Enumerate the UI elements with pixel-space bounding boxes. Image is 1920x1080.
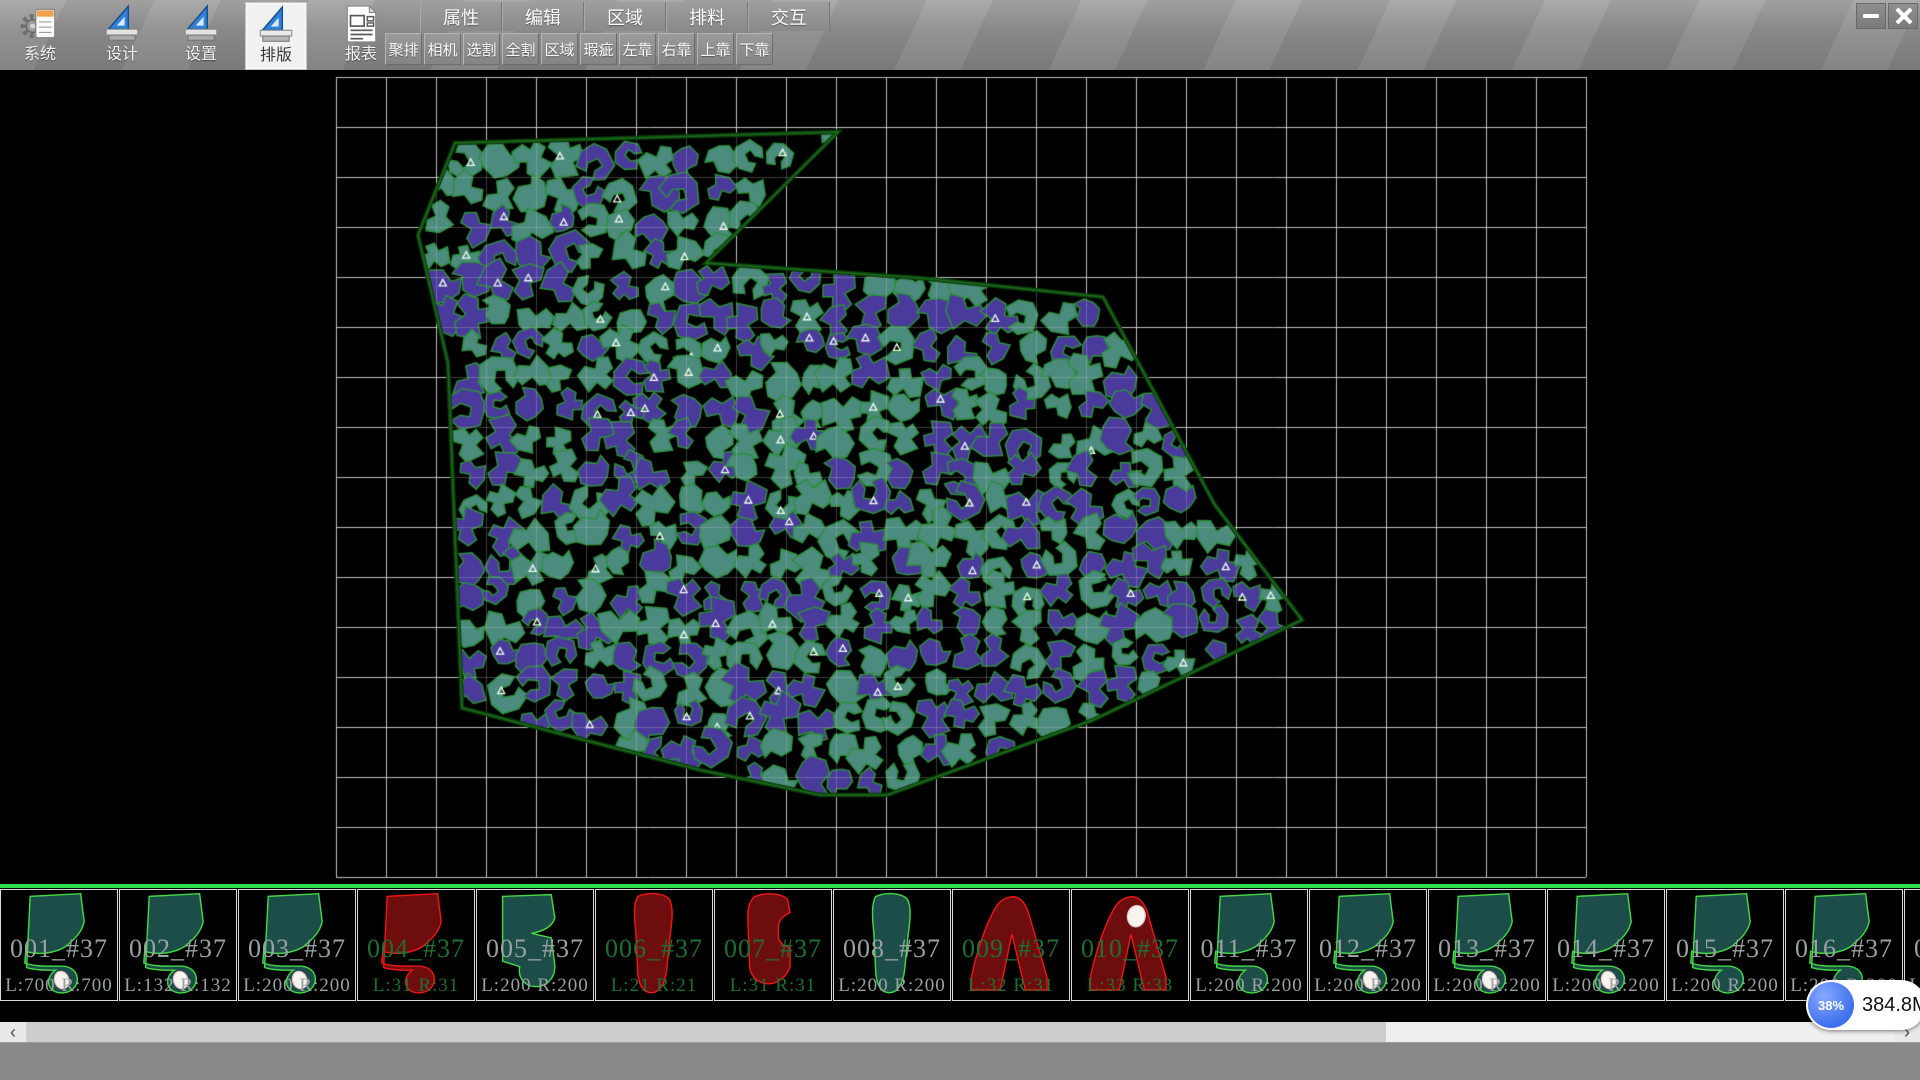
nesting-ruler-icon bbox=[255, 4, 297, 46]
piece-lr-label: L:200 R:200 bbox=[1310, 975, 1426, 997]
big-button-label: 排版 bbox=[260, 46, 292, 66]
minimize-button[interactable] bbox=[1856, 3, 1886, 29]
piece-thumbnail-7[interactable]: 007_#37 L:31 R:31 bbox=[714, 889, 832, 1001]
piece-lr-label: L:132 R:132 bbox=[120, 975, 236, 997]
tool-button-1[interactable]: 聚排 bbox=[385, 33, 422, 65]
tool-row: 聚排相机选割全割区域瑕疵左靠右靠上靠下靠 bbox=[385, 33, 775, 65]
piece-id-label: 002_#37 bbox=[120, 934, 236, 964]
piece-thumbnail-3[interactable]: 003_#37 L:200 R:200 bbox=[238, 889, 356, 1001]
tool-button-3[interactable]: 选割 bbox=[463, 33, 500, 65]
piece-id-label: 001_#37 bbox=[1, 934, 117, 964]
piece-thumbnail-4[interactable]: 004_#37 L:31 R:31 bbox=[357, 889, 475, 1001]
tool-button-10[interactable]: 下靠 bbox=[736, 33, 773, 65]
piece-id-label: 004_#37 bbox=[358, 934, 474, 964]
piece-thumbnail-14[interactable]: 014_#37 L:200 R:200 bbox=[1547, 889, 1665, 1001]
piece-lr-label: L:32 R:31 bbox=[953, 975, 1069, 997]
piece-id-label: 011_#37 bbox=[1191, 934, 1307, 964]
memory-badge: 38% 384.8M bbox=[1806, 980, 1920, 1030]
piece-id-label: 017_#37 bbox=[1905, 934, 1920, 964]
piece-lr-label: L:200 R:200 bbox=[239, 975, 355, 997]
piece-lr-label: L:200 R:200 bbox=[477, 975, 593, 997]
piece-id-label: 003_#37 bbox=[239, 934, 355, 964]
tool-button-7[interactable]: 左靠 bbox=[619, 33, 656, 65]
status-bar bbox=[0, 1042, 1920, 1080]
nesting-canvas[interactable] bbox=[0, 70, 1920, 1022]
piece-thumbnail-10[interactable]: 010_#37 L:33 R:33 bbox=[1071, 889, 1189, 1001]
tool-button-6[interactable]: 瑕疵 bbox=[580, 33, 617, 65]
piece-thumbnail-15[interactable]: 015_#37 L:200 R:200 bbox=[1666, 889, 1784, 1001]
system-gear-icon bbox=[19, 3, 61, 45]
tool-button-5[interactable]: 区域 bbox=[541, 33, 578, 65]
piece-lr-label: L:700 R:700 bbox=[1, 975, 117, 997]
piece-id-label: 015_#37 bbox=[1667, 934, 1783, 964]
big-button-label: 设置 bbox=[185, 45, 217, 65]
big-button-label: 报表 bbox=[345, 45, 377, 65]
big-button-1[interactable]: 系统 bbox=[10, 2, 70, 68]
piece-id-label: 010_#37 bbox=[1072, 934, 1188, 964]
piece-lr-label: L:31 R:31 bbox=[358, 975, 474, 997]
menu-item-3[interactable]: 区域 bbox=[584, 2, 666, 31]
piece-thumbnail-9[interactable]: 009_#37 L:32 R:31 bbox=[952, 889, 1070, 1001]
big-button-3[interactable]: 设置 bbox=[171, 2, 231, 68]
minimize-icon bbox=[1863, 14, 1879, 18]
piece-lr-label: L:33 R:33 bbox=[1072, 975, 1188, 997]
menu-row: 属性编辑区域排料交互 bbox=[420, 2, 830, 31]
scroll-left-arrow[interactable]: ‹ bbox=[0, 1022, 26, 1042]
menu-item-2[interactable]: 编辑 bbox=[502, 2, 584, 31]
piece-thumbnail-2[interactable]: 002_#37 L:132 R:132 bbox=[119, 889, 237, 1001]
pieces-strip: 001_#37 L:700 R:700002_#37 L:132 R:132003_… bbox=[0, 889, 1920, 1003]
piece-thumbnail-11[interactable]: 011_#37 L:200 R:200 bbox=[1190, 889, 1308, 1001]
big-button-4[interactable]: 排版 bbox=[245, 2, 307, 70]
piece-thumbnail-1[interactable]: 001_#37 L:700 R:700 bbox=[0, 889, 118, 1001]
piece-lr-label: L:31 R:31 bbox=[715, 975, 831, 997]
memory-value: 384.8M bbox=[1862, 980, 1920, 1030]
piece-id-label: 016_#37 bbox=[1786, 934, 1902, 964]
close-button[interactable] bbox=[1888, 3, 1918, 29]
big-button-5[interactable]: 报表 bbox=[331, 2, 391, 68]
piece-lr-label: L:200 R:200 bbox=[1429, 975, 1545, 997]
menu-item-4[interactable]: 排料 bbox=[666, 2, 748, 31]
tool-button-2[interactable]: 相机 bbox=[424, 33, 461, 65]
piece-id-label: 012_#37 bbox=[1310, 934, 1426, 964]
piece-id-label: 008_#37 bbox=[834, 934, 950, 964]
piece-lr-label: L:200 R:200 bbox=[1191, 975, 1307, 997]
piece-thumbnail-6[interactable]: 006_#37 L:21 R:21 bbox=[595, 889, 713, 1001]
horizontal-scrollbar[interactable]: ‹ › bbox=[0, 1022, 1920, 1042]
app-window: 系统设计设置排版报表 属性编辑区域排料交互 聚排相机选割全割区域瑕疵左靠右靠上靠… bbox=[0, 0, 1920, 1080]
close-icon bbox=[1894, 7, 1912, 25]
piece-lr-label: L:21 R:21 bbox=[596, 975, 712, 997]
progress-percent: 38% bbox=[1818, 998, 1844, 1013]
design-ruler-icon bbox=[101, 3, 143, 45]
piece-id-label: 009_#37 bbox=[953, 934, 1069, 964]
piece-id-label: 007_#37 bbox=[715, 934, 831, 964]
piece-id-label: 006_#37 bbox=[596, 934, 712, 964]
big-button-label: 设计 bbox=[106, 45, 138, 65]
piece-lr-label: L:200 R:200 bbox=[1548, 975, 1664, 997]
piece-lr-label: L:200 R:200 bbox=[1667, 975, 1783, 997]
menu-item-5[interactable]: 交互 bbox=[748, 2, 830, 31]
big-button-label: 系统 bbox=[24, 45, 56, 65]
tool-button-4[interactable]: 全割 bbox=[502, 33, 539, 65]
scrollbar-thumb[interactable] bbox=[26, 1022, 1386, 1042]
piece-id-label: 005_#37 bbox=[477, 934, 593, 964]
strip-top-line bbox=[0, 884, 1920, 888]
report-doc-icon bbox=[340, 3, 382, 45]
progress-circle: 38% bbox=[1808, 982, 1854, 1028]
piece-id-label: 013_#37 bbox=[1429, 934, 1545, 964]
piece-id-label: 014_#37 bbox=[1548, 934, 1664, 964]
main-toolbar: 系统设计设置排版报表 属性编辑区域排料交互 聚排相机选割全割区域瑕疵左靠右靠上靠… bbox=[0, 0, 1920, 71]
piece-thumbnail-8[interactable]: 008_#37 L:200 R:200 bbox=[833, 889, 951, 1001]
piece-thumbnail-13[interactable]: 013_#37 L:200 R:200 bbox=[1428, 889, 1546, 1001]
menu-item-1[interactable]: 属性 bbox=[420, 2, 502, 31]
piece-thumbnail-12[interactable]: 012_#37 L:200 R:200 bbox=[1309, 889, 1427, 1001]
tool-button-8[interactable]: 右靠 bbox=[658, 33, 695, 65]
big-button-2[interactable]: 设计 bbox=[92, 2, 152, 68]
piece-thumbnail-5[interactable]: 005_#37 L:200 R:200 bbox=[476, 889, 594, 1001]
tool-button-9[interactable]: 上靠 bbox=[697, 33, 734, 65]
piece-lr-label: L:200 R:200 bbox=[834, 975, 950, 997]
settings-ruler-icon bbox=[180, 3, 222, 45]
